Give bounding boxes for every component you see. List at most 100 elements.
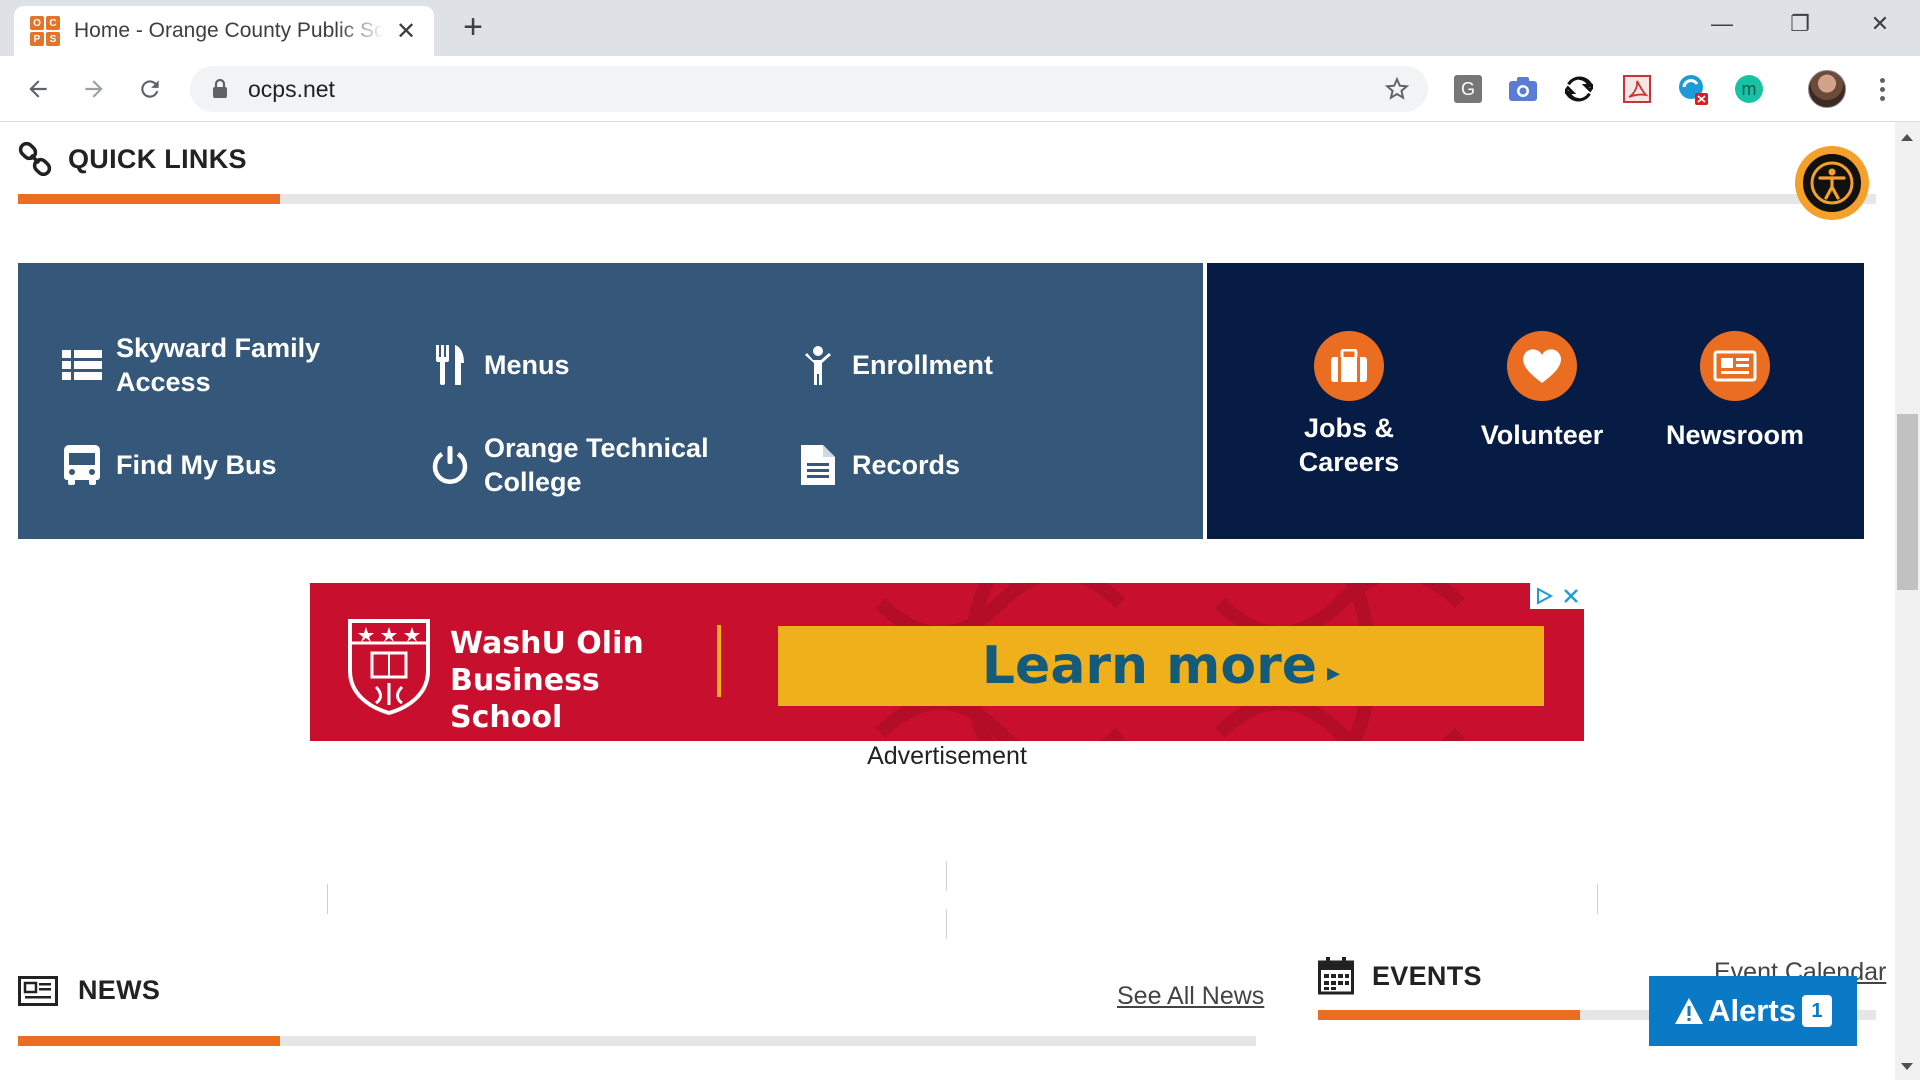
- ad-cta-label: Learn more: [981, 636, 1318, 696]
- newspaper-icon: [18, 975, 58, 1006]
- alerts-button[interactable]: Alerts 1: [1649, 976, 1857, 1046]
- news-underline: [18, 1036, 1256, 1046]
- window-close-button[interactable]: ✕: [1850, 6, 1910, 42]
- extension-m-icon[interactable]: m: [1732, 72, 1766, 106]
- shield-extension-icon[interactable]: [1676, 72, 1710, 106]
- quick-link-orange-technical-college[interactable]: Orange Technical College: [428, 431, 744, 499]
- accessibility-button[interactable]: [1795, 146, 1869, 220]
- news-underline-accent: [18, 1036, 280, 1046]
- quick-link-enrollment[interactable]: Enrollment: [796, 331, 993, 399]
- ad-learn-more-button[interactable]: Learn more ▸: [778, 626, 1544, 706]
- events-header: EVENTS: [1318, 957, 1482, 995]
- advertisement-banner[interactable]: WashU Olin Business School Learn more ▸: [310, 583, 1584, 741]
- restore-button[interactable]: ❐: [1770, 6, 1830, 42]
- page-content: QUICK LINKS Skyward Family Access Menus: [0, 122, 1895, 1080]
- advertisement-caption: Advertisement: [867, 742, 1027, 770]
- extension-g-label: G: [1454, 75, 1482, 103]
- quick-link-label: Find My Bus: [116, 450, 277, 480]
- tab-strip: O C P S Home - Orange County Public Scho…: [0, 0, 1920, 56]
- featured-link-label: Jobs & Careers: [1298, 413, 1400, 477]
- arrow-left-icon: [29, 80, 47, 98]
- tab-close-icon[interactable]: ✕: [392, 17, 420, 45]
- favicon-letter: P: [30, 32, 44, 46]
- favicon-letter: O: [30, 16, 44, 30]
- tab-title: Home - Orange County Public Schools: [74, 19, 384, 42]
- extension-m-label: m: [1735, 75, 1763, 103]
- divider-line: [946, 909, 947, 939]
- featured-link-jobs-careers[interactable]: Jobs & Careers: [1264, 331, 1434, 479]
- address-bar[interactable]: ocps.net: [190, 66, 1428, 112]
- ad-divider: [717, 625, 721, 697]
- forward-button[interactable]: [74, 69, 114, 109]
- divider-line: [946, 861, 947, 891]
- browser-menu-button[interactable]: [1870, 72, 1894, 106]
- page-scrollbar[interactable]: [1895, 122, 1920, 1080]
- camera-icon[interactable]: [1506, 72, 1540, 106]
- favicon-letter: S: [46, 32, 60, 46]
- document-icon: [796, 443, 840, 487]
- quick-link-label: Menus: [484, 350, 570, 380]
- heart-icon: [1507, 331, 1577, 401]
- quick-links-underline-accent: [18, 194, 280, 204]
- favicon-letter: C: [46, 16, 60, 30]
- quick-links-header: QUICK LINKS: [18, 142, 247, 176]
- list-icon: [60, 343, 104, 387]
- events-title: EVENTS: [1372, 960, 1482, 991]
- alerts-count-badge: 1: [1801, 995, 1832, 1027]
- sync-icon[interactable]: [1562, 72, 1596, 106]
- quick-link-records[interactable]: Records: [796, 431, 960, 499]
- quick-links-panel: Skyward Family Access Menus Enrollment F…: [18, 263, 1203, 539]
- reload-button[interactable]: [130, 69, 170, 109]
- quick-link-label: Skyward Family Access: [116, 333, 321, 397]
- extension-g-icon[interactable]: G: [1451, 72, 1485, 106]
- ad-cta-arrow-icon: ▸: [1327, 656, 1341, 687]
- warning-icon: [1675, 998, 1704, 1024]
- quick-link-label: Orange Technical College: [484, 433, 709, 497]
- ad-choices[interactable]: [1530, 583, 1584, 609]
- washu-crest-logo: [348, 619, 430, 715]
- news-header: NEWS: [18, 975, 160, 1006]
- divider-line: [1597, 884, 1598, 914]
- featured-link-newsroom[interactable]: Newsroom: [1650, 331, 1820, 452]
- bookmark-star-icon[interactable]: [1384, 76, 1410, 102]
- scroll-down-arrow-icon[interactable]: [1901, 1063, 1913, 1070]
- profile-avatar[interactable]: [1808, 70, 1846, 108]
- new-tab-button[interactable]: +: [458, 8, 488, 46]
- featured-links-panel: Jobs & Careers Volunteer Newsroom: [1207, 263, 1864, 539]
- newspaper-icon: [1700, 331, 1770, 401]
- browser-tab[interactable]: O C P S Home - Orange County Public Scho…: [14, 6, 434, 56]
- news-title: NEWS: [78, 975, 161, 1005]
- featured-link-label: Newsroom: [1665, 420, 1805, 450]
- scroll-thumb[interactable]: [1897, 414, 1918, 590]
- quick-links-underline: [18, 194, 1876, 204]
- quick-link-find-my-bus[interactable]: Find My Bus: [60, 431, 277, 499]
- quick-links-title: QUICK LINKS: [68, 143, 247, 174]
- accessibility-icon: [1810, 161, 1854, 205]
- ad-brand-text: WashU Olin Business School: [450, 626, 644, 735]
- child-icon: [796, 343, 840, 387]
- bus-icon: [60, 443, 104, 487]
- events-underline-accent: [1318, 1010, 1580, 1020]
- ad-close-icon[interactable]: [1562, 587, 1580, 605]
- quick-link-skyward[interactable]: Skyward Family Access: [60, 331, 356, 399]
- minimize-button[interactable]: —: [1692, 6, 1752, 42]
- calendar-icon: [1318, 957, 1354, 995]
- divider-line: [327, 884, 328, 914]
- back-button[interactable]: [18, 69, 58, 109]
- alerts-label: Alerts: [1708, 993, 1796, 1028]
- url-text[interactable]: ocps.net: [248, 76, 335, 103]
- adchoices-icon[interactable]: [1534, 586, 1554, 606]
- utensils-icon: [428, 343, 472, 387]
- pdf-icon[interactable]: [1620, 72, 1654, 106]
- browser-toolbar: ocps.net G m: [0, 56, 1920, 122]
- see-all-news-link[interactable]: See All News: [1117, 982, 1264, 1011]
- briefcase-icon: [1314, 331, 1384, 401]
- quick-link-menus[interactable]: Menus: [428, 331, 570, 399]
- featured-link-label: Volunteer: [1480, 420, 1604, 450]
- site-favicon-icon: O C P S: [30, 16, 60, 46]
- featured-link-volunteer[interactable]: Volunteer: [1457, 331, 1627, 452]
- scroll-up-arrow-icon[interactable]: [1901, 134, 1913, 141]
- arrow-right-icon: [85, 80, 103, 98]
- reload-icon: [141, 80, 159, 98]
- quick-link-label: Records: [852, 450, 961, 480]
